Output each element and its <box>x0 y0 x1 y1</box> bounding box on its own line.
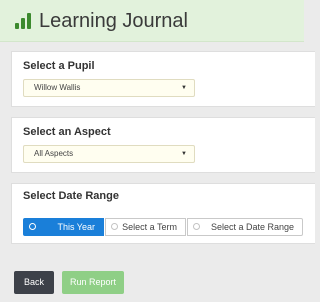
back-button[interactable]: Back <box>14 271 54 294</box>
bar-chart-icon <box>15 13 31 29</box>
date-range-card: Select Date Range This Year Select a Ter… <box>11 183 315 244</box>
app-header: Learning Journal <box>0 0 304 42</box>
aspect-select-value: All Aspects <box>34 149 74 158</box>
pupil-select[interactable]: Willow Wallis ▼ <box>23 79 195 97</box>
option-select-a-date-range[interactable]: Select a Date Range <box>187 218 303 236</box>
page-title: Learning Journal <box>39 10 188 32</box>
pupil-label: Select a Pupil <box>23 60 95 72</box>
radio-icon <box>29 223 36 230</box>
radio-icon <box>111 223 118 230</box>
aspect-select[interactable]: All Aspects ▼ <box>23 145 195 163</box>
option-this-year[interactable]: This Year <box>23 218 104 236</box>
aspect-label: Select an Aspect <box>23 126 111 138</box>
chevron-down-icon: ▼ <box>181 151 187 157</box>
pupil-card: Select a Pupil Willow Wallis ▼ <box>11 51 315 107</box>
date-range-label: Select Date Range <box>23 190 119 202</box>
pupil-select-value: Willow Wallis <box>34 83 81 92</box>
chevron-down-icon: ▼ <box>181 85 187 91</box>
radio-icon <box>193 223 200 230</box>
run-report-button[interactable]: Run Report <box>62 271 124 294</box>
aspect-card: Select an Aspect All Aspects ▼ <box>11 117 315 173</box>
option-select-a-term[interactable]: Select a Term <box>105 218 186 236</box>
